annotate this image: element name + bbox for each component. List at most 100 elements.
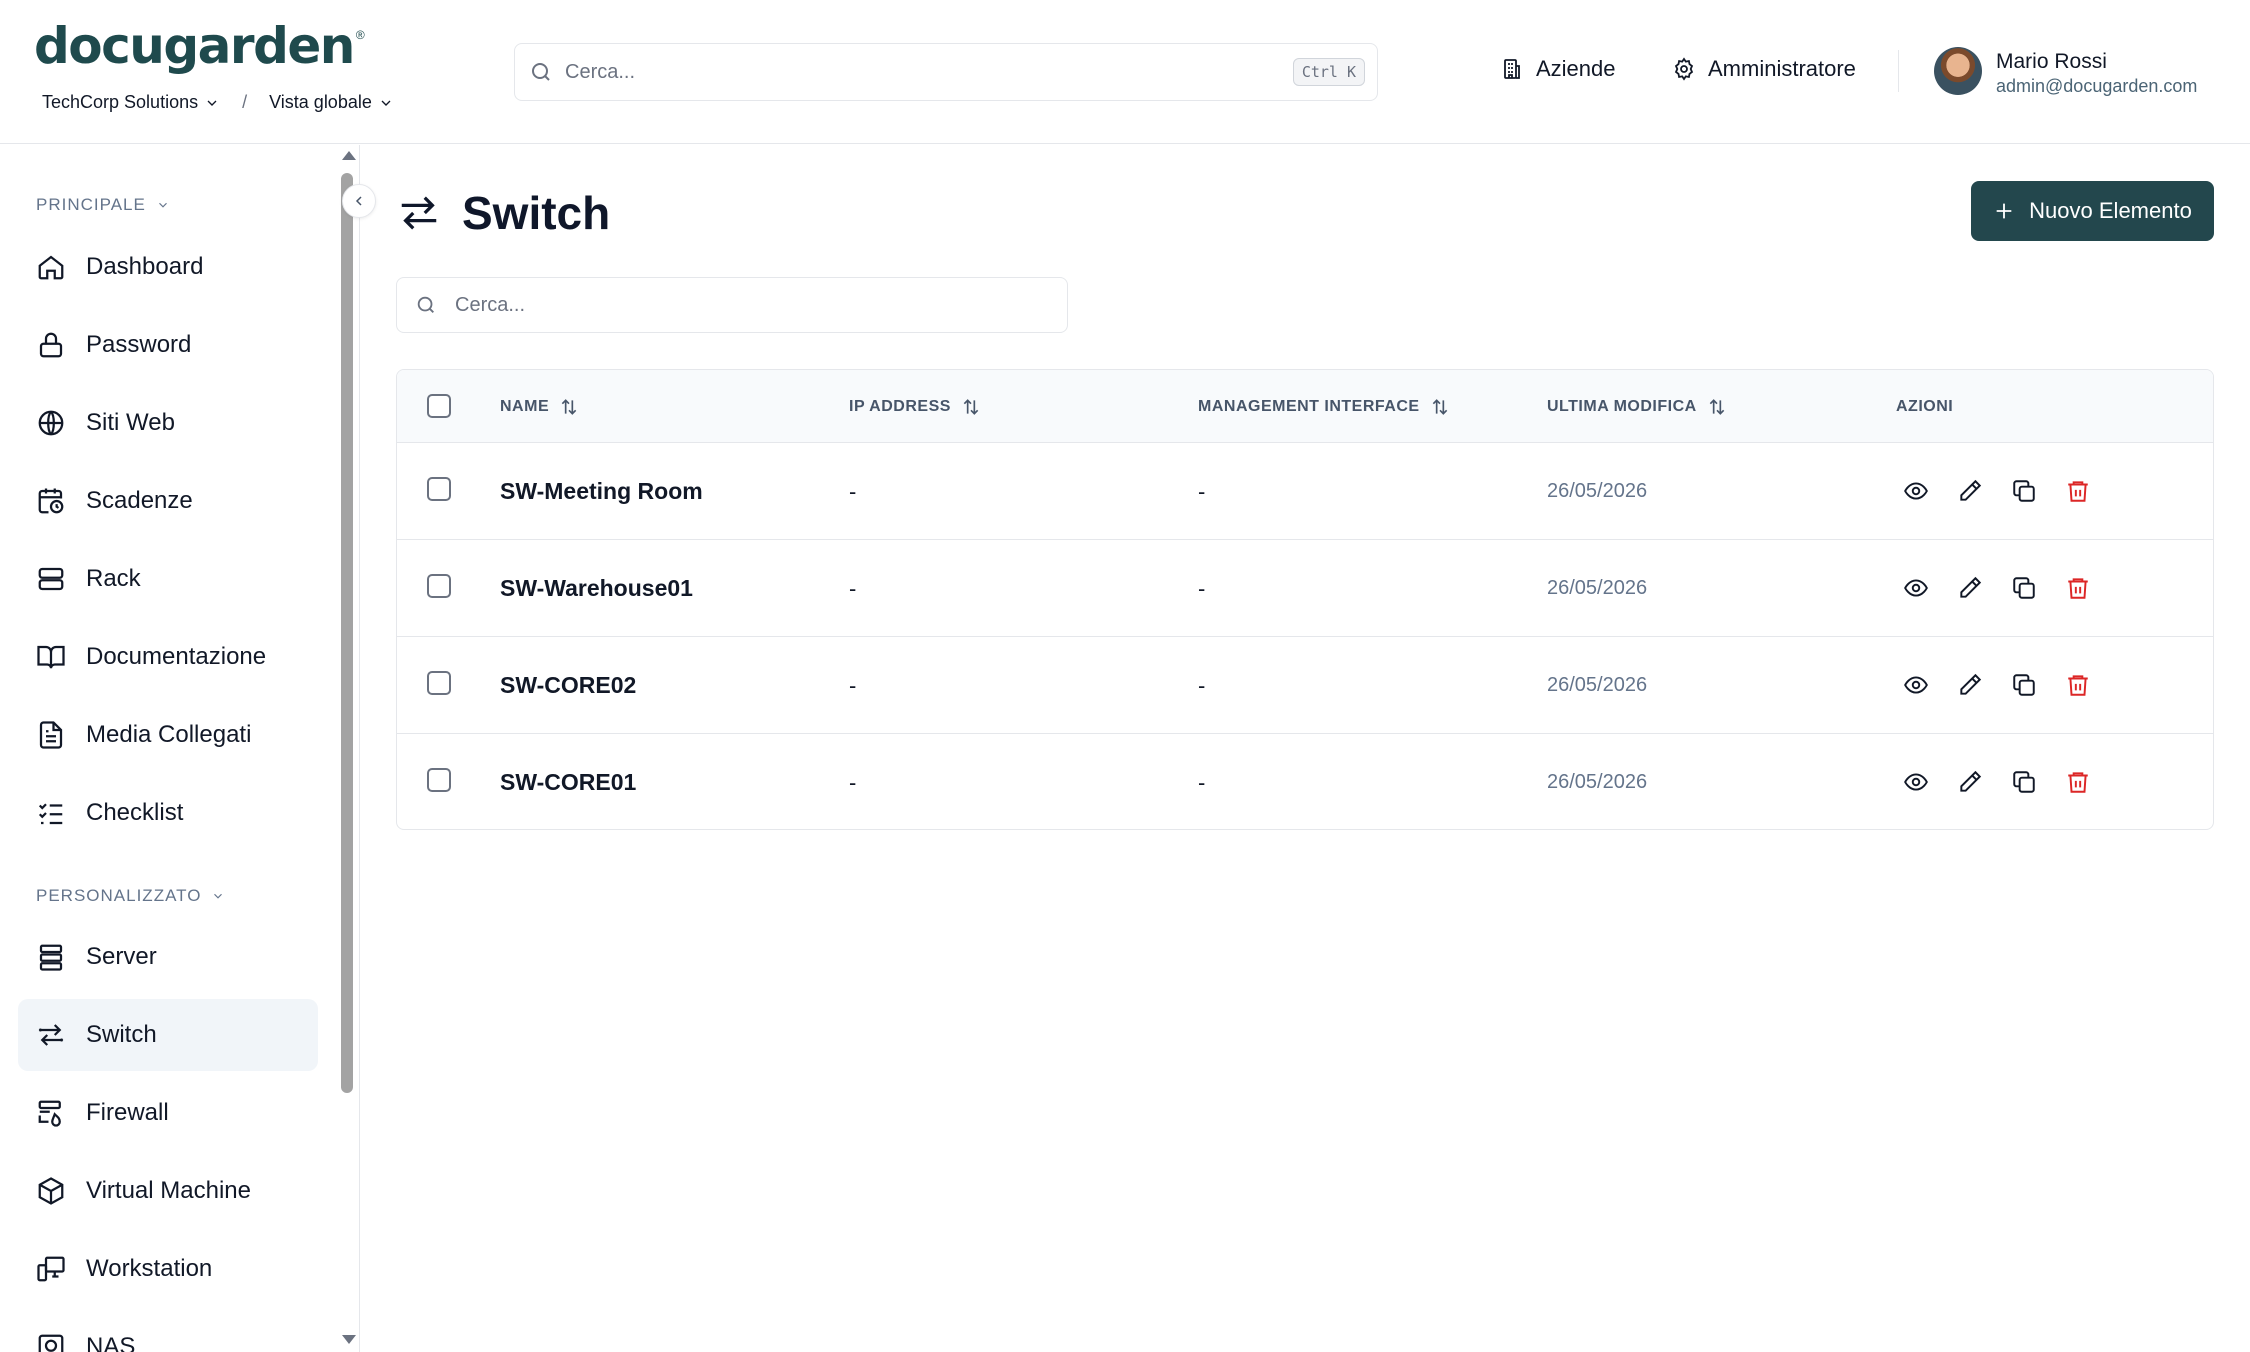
view-button[interactable]: [1903, 769, 1929, 795]
column-label: NAME: [500, 397, 550, 415]
edit-button[interactable]: [1957, 769, 1983, 795]
scroll-up-arrow-icon[interactable]: [342, 151, 356, 160]
sidebar-item-workstation[interactable]: Workstation: [18, 1233, 318, 1305]
column-management-interface[interactable]: MANAGEMENT INTERFACE: [1198, 370, 1450, 443]
global-search-input[interactable]: [565, 60, 1293, 84]
section-personalizzato-label: PERSONALIZZATO: [36, 886, 202, 905]
user-name[interactable]: Mario Rossi: [1996, 50, 2107, 74]
sidebar-item-rack[interactable]: Rack: [18, 543, 318, 615]
page-title: Switch: [462, 187, 611, 239]
aziende-button[interactable]: Aziende: [1500, 56, 1616, 82]
scroll-down-arrow-icon[interactable]: [342, 1335, 356, 1344]
view-button[interactable]: [1903, 575, 1929, 601]
duplicate-button[interactable]: [2011, 478, 2037, 504]
column-label: MANAGEMENT INTERFACE: [1198, 397, 1420, 415]
sidebar-item-documentazione[interactable]: Documentazione: [18, 621, 318, 693]
ip-address-value: -: [849, 672, 857, 698]
edit-button[interactable]: [1957, 575, 1983, 601]
duplicate-button[interactable]: [2011, 769, 2037, 795]
switch-table: NAME IP ADDRESS MANAGEMENT INTERFACE ULT…: [396, 369, 2214, 830]
global-search[interactable]: Ctrl K: [514, 43, 1378, 101]
table-search[interactable]: [396, 277, 1068, 333]
pencil-icon: [1960, 673, 1982, 695]
nas-icon: [38, 1334, 64, 1352]
row-checkbox[interactable]: [427, 574, 451, 598]
sidebar-item-label: NAS: [86, 1333, 136, 1352]
eye-icon: [1904, 773, 1928, 791]
sidebar-item-label: Checklist: [86, 799, 184, 826]
company-selector[interactable]: TechCorp Solutions: [42, 92, 220, 113]
sort-icon: [963, 398, 979, 415]
section-personalizzato[interactable]: PERSONALIZZATO: [36, 886, 225, 906]
duplicate-button[interactable]: [2011, 575, 2037, 601]
sidebar-scrollbar[interactable]: [338, 145, 358, 1352]
delete-button[interactable]: [2065, 478, 2091, 504]
management-interface-value: -: [1198, 575, 1206, 601]
view-button[interactable]: [1903, 478, 1929, 504]
table-search-input[interactable]: [455, 293, 1067, 317]
sidebar-item-nas[interactable]: NAS: [18, 1311, 318, 1352]
logo-text: docugarden: [34, 17, 355, 75]
last-modified-value: 26/05/2026: [1547, 674, 1648, 696]
row-checkbox[interactable]: [427, 768, 451, 792]
sidebar-item-checklist[interactable]: Checklist: [18, 777, 318, 849]
sidebar-item-virtual-machine[interactable]: Virtual Machine: [18, 1155, 318, 1227]
new-item-button[interactable]: Nuovo Elemento: [1971, 181, 2214, 241]
view-button[interactable]: [1903, 672, 1929, 698]
row-checkbox[interactable]: [427, 477, 451, 501]
sort-icon: [1432, 398, 1447, 415]
column-name[interactable]: NAME: [500, 370, 579, 443]
delete-button[interactable]: [2065, 575, 2091, 601]
copy-icon: [2013, 577, 2035, 599]
docugarden-logo[interactable]: docugarden ®: [34, 17, 365, 75]
section-principale[interactable]: PRINCIPALE: [36, 195, 170, 215]
shortcut-hint: Ctrl K: [1292, 58, 1365, 86]
lock-icon: [39, 332, 63, 358]
duplicate-button[interactable]: [2011, 672, 2037, 698]
ip-address-value: -: [849, 478, 857, 504]
collapse-sidebar-button[interactable]: [342, 184, 376, 218]
top-header: docugarden ® TechCorp Solutions / Vista …: [0, 0, 2250, 144]
column-label: ULTIMA MODIFICA: [1547, 397, 1697, 415]
table-row[interactable]: SW-Meeting Room - - 26/05/2026: [397, 443, 2213, 540]
column-ip-address[interactable]: IP ADDRESS: [849, 370, 981, 443]
sidebar: PRINCIPALE Dashboard Password Siti Web S…: [0, 145, 360, 1352]
view-selector[interactable]: Vista globale: [269, 92, 394, 113]
switch-name[interactable]: SW-CORE01: [500, 734, 636, 829]
switch-name[interactable]: SW-Meeting Room: [500, 443, 703, 540]
file-text-icon: [39, 721, 63, 749]
delete-button[interactable]: [2065, 672, 2091, 698]
chevron-down-icon: [381, 100, 391, 106]
arrows-left-right-icon: [38, 1024, 64, 1046]
sidebar-item-siti-web[interactable]: Siti Web: [18, 387, 318, 459]
row-checkbox[interactable]: [427, 671, 451, 695]
sidebar-item-firewall[interactable]: Firewall: [18, 1077, 318, 1149]
select-all-checkbox[interactable]: [427, 394, 451, 418]
sidebar-item-label: Documentazione: [86, 643, 267, 670]
scrollbar-thumb[interactable]: [341, 173, 353, 1093]
table-row[interactable]: SW-Warehouse01 - - 26/05/2026: [397, 540, 2213, 637]
sidebar-item-scadenze[interactable]: Scadenze: [18, 465, 318, 537]
table-row[interactable]: SW-CORE01 - - 26/05/2026: [397, 734, 2213, 829]
management-interface-value: -: [1198, 769, 1206, 795]
sidebar-item-label: Rack: [86, 565, 141, 592]
user-avatar[interactable]: [1934, 47, 1982, 95]
column-ultima-modifica[interactable]: ULTIMA MODIFICA: [1547, 370, 1727, 443]
edit-button[interactable]: [1957, 672, 1983, 698]
management-interface-value: -: [1198, 478, 1206, 504]
search-icon: [532, 63, 550, 81]
sidebar-item-password[interactable]: Password: [18, 309, 318, 381]
sidebar-item-switch[interactable]: Switch: [18, 999, 318, 1071]
management-interface-value: -: [1198, 672, 1206, 698]
copy-icon: [2013, 480, 2035, 502]
switch-name[interactable]: SW-Warehouse01: [500, 540, 693, 637]
edit-button[interactable]: [1957, 478, 1983, 504]
sidebar-item-dashboard[interactable]: Dashboard: [18, 231, 318, 303]
sidebar-item-media-collegati[interactable]: Media Collegati: [18, 699, 318, 771]
ip-address-value: -: [849, 769, 857, 795]
table-row[interactable]: SW-CORE02 - - 26/05/2026: [397, 637, 2213, 734]
switch-name[interactable]: SW-CORE02: [500, 637, 636, 734]
sidebar-item-server[interactable]: Server: [18, 921, 318, 993]
delete-button[interactable]: [2065, 769, 2091, 795]
admin-button[interactable]: Amministratore: [1672, 56, 1856, 82]
